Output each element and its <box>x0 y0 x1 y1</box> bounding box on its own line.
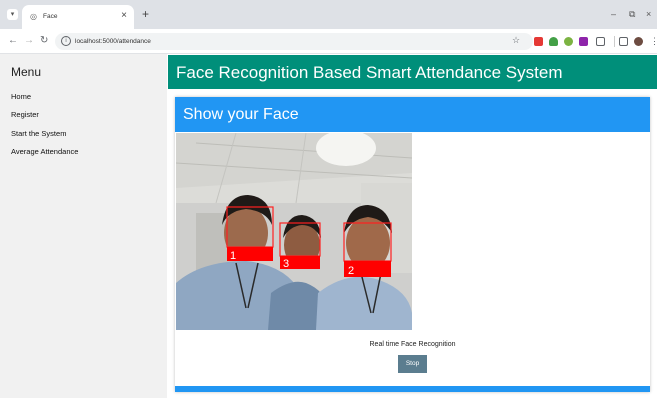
sidebar-item-start-system[interactable]: Start the System <box>11 129 66 139</box>
sidebar-item-average-attendance[interactable]: Average Attendance <box>11 147 78 157</box>
new-tab-icon[interactable]: + <box>142 8 149 20</box>
restore-icon[interactable]: ⧉ <box>629 9 635 19</box>
extension-icon[interactable] <box>534 37 543 46</box>
page-header: Face Recognition Based Smart Attendance … <box>168 55 657 89</box>
bookmark-star-icon[interactable]: ☆ <box>512 34 520 46</box>
extension-icon[interactable] <box>564 37 573 46</box>
puzzle-icon[interactable] <box>596 37 605 46</box>
card-header: Show your Face <box>175 97 650 132</box>
extension-icon[interactable] <box>579 37 588 46</box>
url-text: localhost:5000/attendance <box>75 38 151 45</box>
browser-tab-bar: ▾ ◎ Face × + – ⧉ × <box>0 0 657 29</box>
face-label: 3 <box>283 258 289 270</box>
sidebar-item-register[interactable]: Register <box>11 110 39 120</box>
back-icon[interactable]: ← <box>8 35 18 47</box>
camera-feed-image: 1 3 2 <box>176 133 412 330</box>
face-capture-card: Show your Face 1 3 2 Real time Face Reco… <box>175 97 650 392</box>
sidebar-item-home[interactable]: Home <box>11 92 31 102</box>
card-footer-bar <box>175 386 650 392</box>
tab-close-icon[interactable]: × <box>121 11 127 21</box>
tab-search-icon[interactable]: ▾ <box>7 9 18 20</box>
camera-feed: 1 3 2 <box>176 133 412 330</box>
page-title: Face Recognition Based Smart Attendance … <box>176 63 563 82</box>
shield-extension-icon[interactable] <box>549 37 558 46</box>
feed-caption: Real time Face Recognition <box>369 341 456 348</box>
sidebar: Menu Home Register Start the System Aver… <box>0 54 167 398</box>
menu-title: Menu <box>11 65 42 79</box>
address-bar[interactable]: i localhost:5000/attendance <box>55 33 533 50</box>
toolbar-divider <box>614 36 615 47</box>
browser-toolbar: ← → ↻ i localhost:5000/attendance ☆ ⋮ <box>0 29 657 54</box>
reload-icon[interactable]: ↻ <box>40 35 48 47</box>
browser-tab[interactable]: ◎ Face × <box>22 5 134 29</box>
close-window-icon[interactable]: × <box>646 9 651 19</box>
globe-icon: ◎ <box>30 12 37 21</box>
forward-icon[interactable]: → <box>24 35 34 47</box>
profile-avatar-icon[interactable] <box>634 37 643 46</box>
face-label: 1 <box>230 250 236 262</box>
face-label: 2 <box>348 265 354 277</box>
kebab-menu-icon[interactable]: ⋮ <box>650 35 657 47</box>
sidepanel-icon[interactable] <box>619 37 628 46</box>
tab-title: Face <box>43 13 58 20</box>
card-title: Show your Face <box>183 106 299 123</box>
stop-button[interactable]: Stop <box>398 355 427 373</box>
minimize-icon[interactable]: – <box>611 9 616 19</box>
site-info-icon[interactable]: i <box>61 36 71 46</box>
